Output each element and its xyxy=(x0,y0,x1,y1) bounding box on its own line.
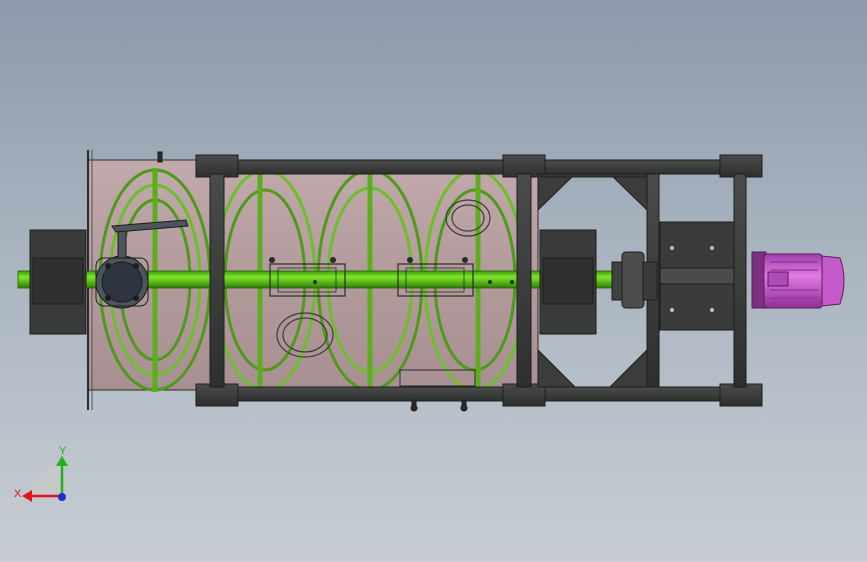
x-axis-label: X xyxy=(14,488,22,500)
orientation-triad: Y X xyxy=(14,445,68,502)
z-axis-dot xyxy=(58,493,66,501)
y-axis-label: Y xyxy=(59,445,67,457)
motor-base-plate[interactable] xyxy=(659,221,735,331)
ribbon-mixer-model[interactable]: Y X xyxy=(0,0,867,562)
electric-motor[interactable] xyxy=(751,251,845,309)
cad-viewport[interactable]: Y X xyxy=(0,0,867,562)
